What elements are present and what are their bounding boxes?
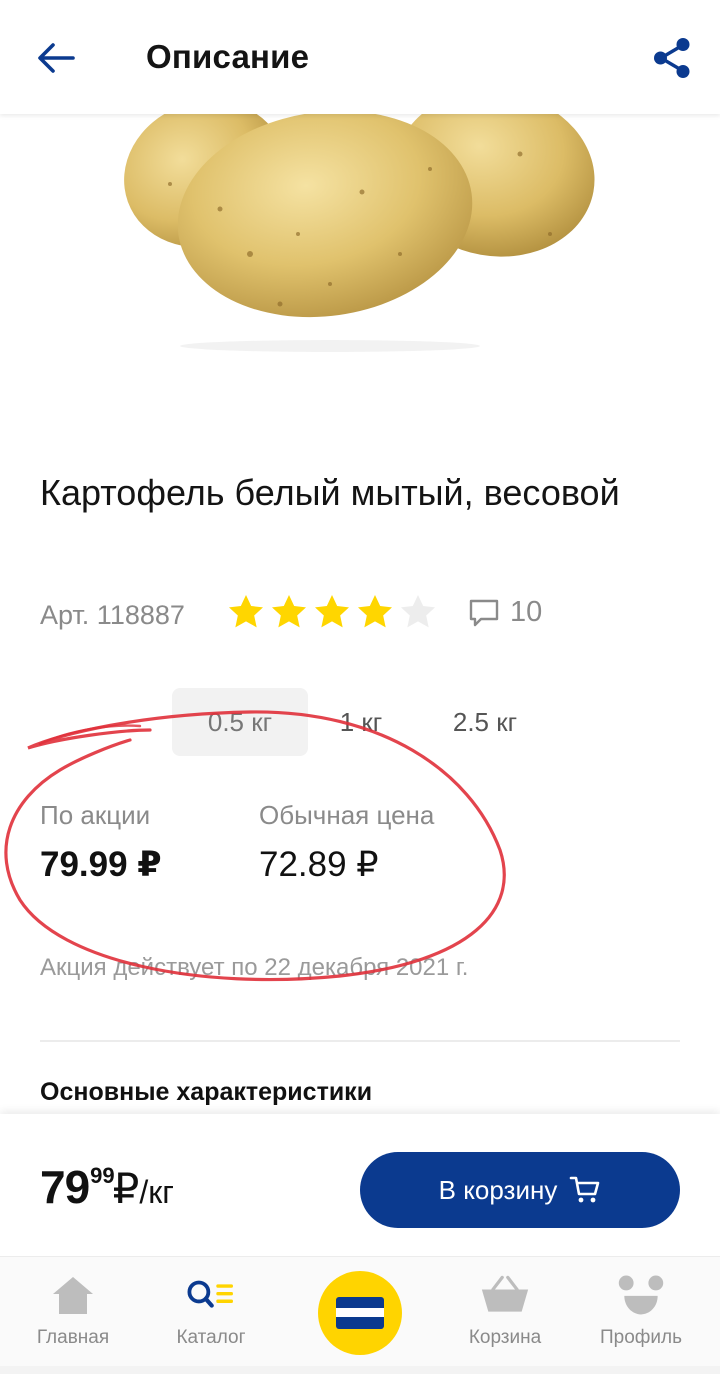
- weight-selector: 0.5 кг 1 кг 2.5 кг: [172, 688, 556, 756]
- share-button[interactable]: [648, 34, 696, 82]
- home-icon: [53, 1277, 93, 1314]
- product-image: [100, 114, 620, 364]
- reviews-link[interactable]: 10: [468, 596, 542, 629]
- product-meta-row: Арт. 118887 10: [40, 590, 680, 640]
- buy-bar: 7999₽/кг В корзину: [0, 1114, 720, 1256]
- nav-catalog[interactable]: Каталог: [146, 1271, 276, 1349]
- catalog-search-icon: [187, 1280, 233, 1308]
- nav-profile[interactable]: Профиль: [576, 1271, 706, 1349]
- rating-stars[interactable]: [226, 592, 438, 632]
- divider: [40, 1040, 680, 1042]
- star-filled-icon: [315, 595, 349, 628]
- promo-price-block: По акции 79.99 ₽: [40, 800, 162, 885]
- nav-home-label: Главная: [36, 1327, 110, 1348]
- promo-price-value: 79.99 ₽: [40, 845, 162, 884]
- regular-price-value: 72.89 ₽: [259, 845, 379, 884]
- top-app-bar: Описание: [0, 0, 720, 114]
- regular-price-block: Обычная цена 72.89 ₽: [259, 800, 434, 885]
- share-icon: [654, 38, 690, 78]
- weight-option-0-5kg[interactable]: 0.5 кг: [172, 688, 308, 756]
- bottom-navigation: Главная Каталог Корзина Профиль: [0, 1256, 720, 1366]
- profile-smile-icon: [618, 1275, 664, 1315]
- nav-cart[interactable]: Корзина: [440, 1271, 570, 1349]
- potatoes-photo: [124, 114, 595, 352]
- basket-icon: [481, 1275, 529, 1312]
- cart-icon: [570, 1176, 600, 1203]
- article-number: Арт. 118887: [40, 600, 185, 630]
- nav-cart-label: Корзина: [468, 1327, 542, 1348]
- star-filled-icon: [358, 595, 392, 628]
- star-filled-icon: [229, 595, 263, 628]
- loyalty-card-button[interactable]: [318, 1271, 402, 1355]
- add-to-cart-button[interactable]: В корзину: [360, 1152, 680, 1228]
- back-button[interactable]: [34, 34, 78, 82]
- star-empty-icon: [401, 595, 435, 628]
- card-icon: [336, 1297, 384, 1329]
- weight-option-2-5kg[interactable]: 2.5 кг: [414, 688, 556, 756]
- weight-option-1kg[interactable]: 1 кг: [308, 688, 414, 756]
- add-to-cart-label: В корзину: [438, 1174, 558, 1205]
- page-title: Описание: [146, 38, 310, 75]
- nav-home[interactable]: Главная: [8, 1271, 138, 1349]
- section-title-characteristics: Основные характеристики: [40, 1078, 373, 1106]
- price-unit: /кг: [139, 1174, 174, 1210]
- price-rubles: 79: [40, 1161, 90, 1213]
- promo-validity-text: Акция действует по 22 декабря 2021 г.: [40, 954, 469, 981]
- price-currency: ₽: [112, 1165, 140, 1212]
- total-price: 7999₽/кг: [40, 1160, 174, 1220]
- price-kopecks: 99: [90, 1163, 115, 1188]
- comment-icon: [469, 599, 499, 626]
- regular-price-label: Обычная цена: [259, 800, 435, 830]
- product-name: Картофель белый мытый, весовой: [40, 472, 620, 513]
- nav-profile-label: Профиль: [599, 1327, 683, 1348]
- system-navigation-bar: [0, 1366, 720, 1374]
- nav-catalog-label: Каталог: [176, 1327, 246, 1348]
- reviews-count: 10: [510, 596, 543, 628]
- arrow-left-icon: [38, 43, 75, 73]
- promo-price-label: По акции: [40, 800, 151, 830]
- star-filled-icon: [272, 595, 306, 628]
